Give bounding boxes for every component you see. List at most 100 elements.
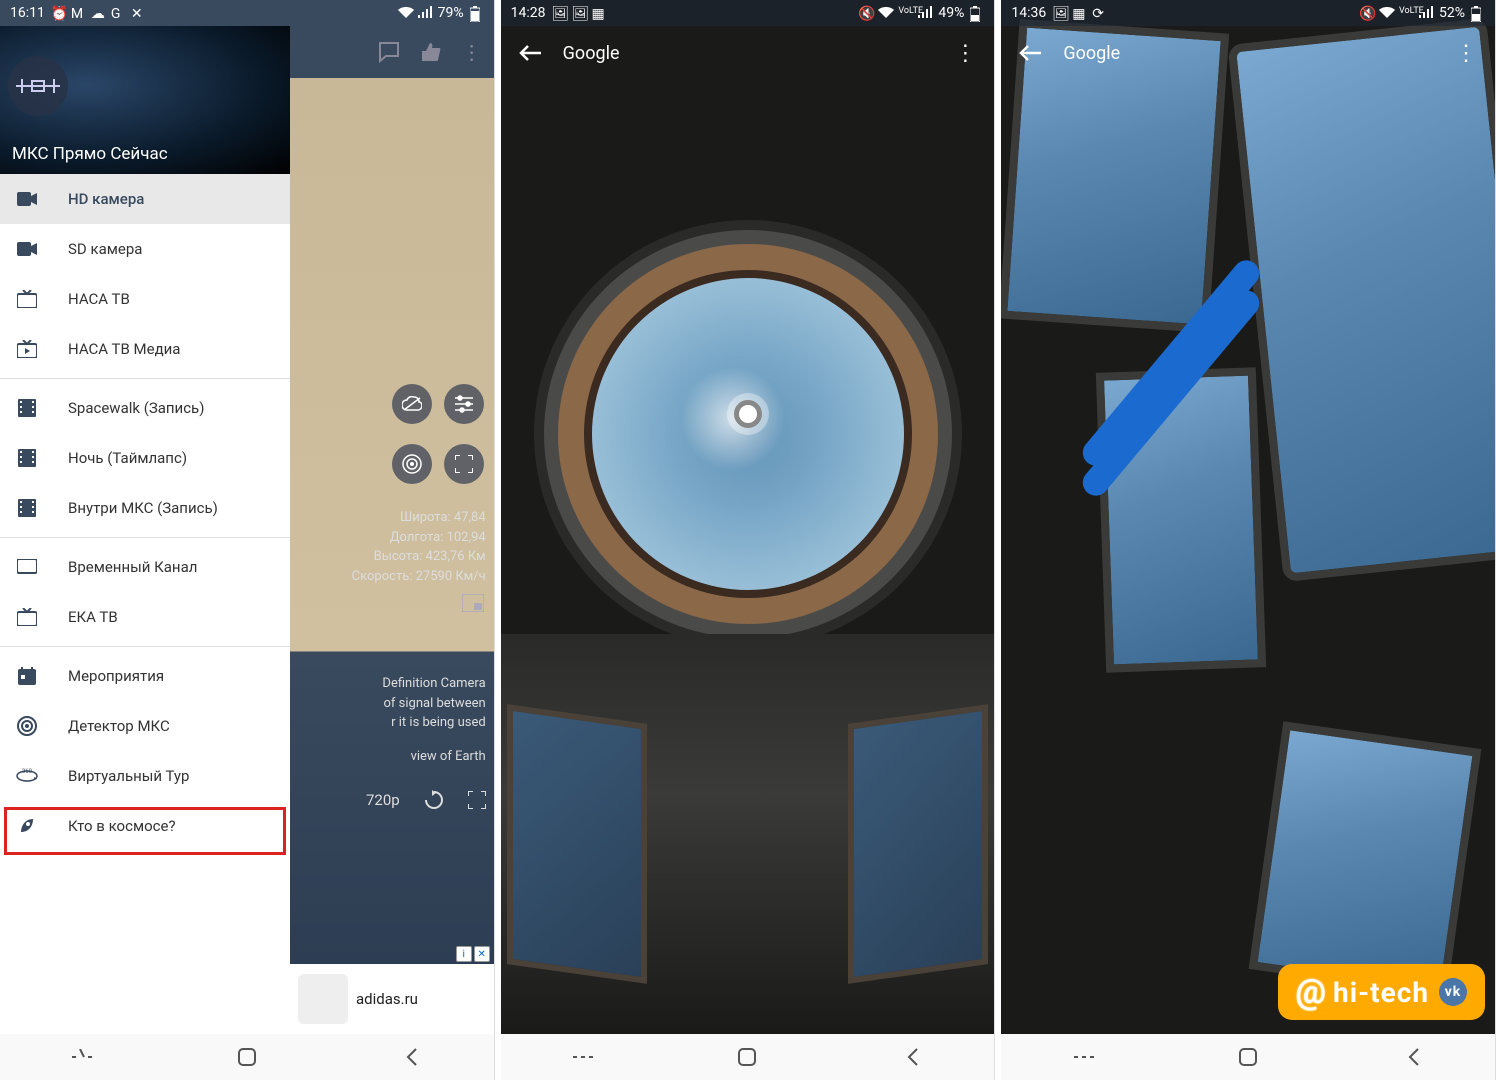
menu-label: ЕКА ТВ	[68, 608, 118, 626]
home-button[interactable]	[227, 1037, 267, 1077]
wifi-icon	[878, 6, 892, 20]
ad-choices: i ✕	[456, 946, 490, 962]
menu-item-eka-tv[interactable]: ЕКА ТВ	[0, 592, 290, 642]
cloud-control-icon[interactable]	[392, 384, 432, 424]
film-icon	[16, 497, 38, 519]
lon-value: Долгота: 102,94	[352, 528, 486, 548]
menu-item-events[interactable]: Мероприятия	[0, 651, 290, 701]
status-bar: 14:36 🖼 ▦ ⟳ 🔇 VoLTE 52%	[1001, 0, 1495, 26]
header-title: Google	[1063, 43, 1451, 64]
menu-divider	[0, 646, 290, 647]
watermark-text: hi-tech	[1333, 976, 1429, 1009]
menu-item-temp-channel[interactable]: Временный Канал	[0, 542, 290, 592]
image-icon: 🖼	[552, 6, 566, 20]
recents-button[interactable]	[563, 1037, 603, 1077]
wifi-icon	[1379, 6, 1393, 20]
menu-item-inside-iss[interactable]: Внутри МКС (Запись)	[0, 483, 290, 533]
at-icon: @	[1296, 972, 1327, 1012]
phone-3: 14:36 🖼 ▦ ⟳ 🔇 VoLTE 52% Google ⋮ @ hi-te…	[1001, 0, 1496, 1080]
app-icon: ▦	[592, 6, 606, 20]
menu-item-hd-camera[interactable]: HD камера	[0, 174, 290, 224]
back-button[interactable]	[391, 1037, 431, 1077]
street-view-body[interactable]: 14:28 🖼 🖼 ▦ 🔇 VoLTE 49% Google ⋮	[501, 0, 995, 1034]
back-arrow-icon[interactable]	[1015, 38, 1045, 68]
alarm-icon: ⏰	[51, 6, 65, 20]
wifi-icon	[398, 6, 412, 20]
gmail-icon: M	[71, 6, 85, 20]
mute-icon: 🔇	[858, 6, 872, 20]
signal-icon	[1419, 6, 1433, 20]
street-view-body[interactable]: 14:36 🖼 ▦ ⟳ 🔇 VoLTE 52% Google ⋮ @ hi-te…	[1001, 0, 1495, 1034]
menu-item-detector[interactable]: Детектор МКС	[0, 701, 290, 751]
more-icon[interactable]: ⋮	[1451, 38, 1481, 68]
vk-icon: vk	[1439, 978, 1467, 1006]
menu-label: Виртуальный Тур	[68, 767, 189, 785]
status-bar: 16:11 ⏰ M ☁ G ✕ 79%	[0, 0, 494, 26]
status-bar: 14:28 🖼 🖼 ▦ 🔇 VoLTE 49%	[501, 0, 995, 26]
settings-control-icon[interactable]	[444, 384, 484, 424]
svg-text:360: 360	[22, 768, 33, 775]
fullscreen-control-icon[interactable]	[444, 444, 484, 484]
map-area[interactable]: Широта: 47,84 Долгота: 102,94 Высота: 42…	[290, 78, 494, 1034]
film-icon	[16, 397, 38, 419]
menu-item-nasa-tv[interactable]: НАСА ТВ	[0, 274, 290, 324]
phone-2: 14:28 🖼 🖼 ▦ 🔇 VoLTE 49% Google ⋮	[501, 0, 996, 1080]
header-title: Google	[563, 43, 951, 64]
menu-item-night[interactable]: Ночь (Таймлапс)	[0, 433, 290, 483]
radar-control-icon[interactable]	[392, 444, 432, 484]
monitor-icon	[16, 556, 38, 578]
calendar-icon	[16, 665, 38, 687]
thumbs-up-icon[interactable]	[420, 41, 442, 63]
tv-play-icon	[16, 338, 38, 360]
navigation-drawer[interactable]: МКС Прямо Сейчас HD камера SD камера НАС…	[0, 26, 290, 1034]
volte-icon: VoLTE	[898, 6, 912, 20]
watermark: @ hi-tech vk	[1278, 964, 1485, 1020]
menu-item-spacewalk[interactable]: Spacewalk (Запись)	[0, 383, 290, 433]
drawer-container: МКС Прямо Сейчас HD камера SD камера НАС…	[0, 26, 494, 1034]
tools-icon: ✕	[131, 6, 145, 20]
menu-item-virtual-tour[interactable]: 360 Виртуальный Тур	[0, 751, 290, 801]
menu-label: НАСА ТВ	[68, 290, 130, 308]
back-button[interactable]	[1393, 1037, 1433, 1077]
menu-item-nasa-tv-media[interactable]: НАСА ТВ Медиа	[0, 324, 290, 374]
cloud-icon: ☁	[91, 6, 105, 20]
radar-icon	[16, 715, 38, 737]
ad-close-icon[interactable]: ✕	[474, 946, 490, 962]
cupola-lower	[501, 634, 995, 1034]
sync-icon: ⟳	[1092, 6, 1106, 20]
ad-info-icon[interactable]: i	[456, 946, 472, 962]
drawer-header: МКС Прямо Сейчас	[0, 26, 290, 174]
recents-button[interactable]	[1064, 1037, 1104, 1077]
more-icon[interactable]: ⋮	[462, 40, 482, 64]
cupola-scene	[501, 0, 995, 1034]
status-time: 14:36	[1011, 5, 1046, 21]
more-icon[interactable]: ⋮	[950, 38, 980, 68]
pip-icon[interactable]	[462, 594, 484, 612]
home-button[interactable]	[727, 1037, 767, 1077]
fullscreen-icon[interactable]	[468, 791, 486, 809]
home-button[interactable]	[1228, 1037, 1268, 1077]
app-bar: ⋮	[290, 26, 494, 78]
system-nav-bar	[1001, 1034, 1495, 1080]
back-button[interactable]	[892, 1037, 932, 1077]
nav-point-icon[interactable]	[727, 393, 769, 435]
menu-item-whos-in-space[interactable]: Кто в космосе?	[0, 801, 290, 851]
tv-icon	[16, 288, 38, 310]
lat-value: Широта: 47,84	[352, 508, 486, 528]
vr-icon: 360	[16, 765, 38, 787]
battery-icon	[1471, 6, 1485, 20]
film-icon	[16, 447, 38, 469]
ad-banner[interactable]: i ✕ adidas.ru	[290, 964, 494, 1034]
rotate-icon[interactable]	[424, 790, 444, 810]
system-nav-bar	[0, 1034, 494, 1080]
chat-icon[interactable]	[378, 41, 400, 63]
battery-icon	[970, 6, 984, 20]
menu-label: Ночь (Таймлапс)	[68, 449, 187, 467]
status-battery: 49%	[938, 5, 964, 21]
menu-item-sd-camera[interactable]: SD камера	[0, 224, 290, 274]
recents-button[interactable]	[62, 1037, 102, 1077]
camera-icon	[16, 238, 38, 260]
volte-icon: VoLTE	[1399, 6, 1413, 20]
back-arrow-icon[interactable]	[515, 38, 545, 68]
quality-label[interactable]: 720p	[366, 791, 400, 809]
